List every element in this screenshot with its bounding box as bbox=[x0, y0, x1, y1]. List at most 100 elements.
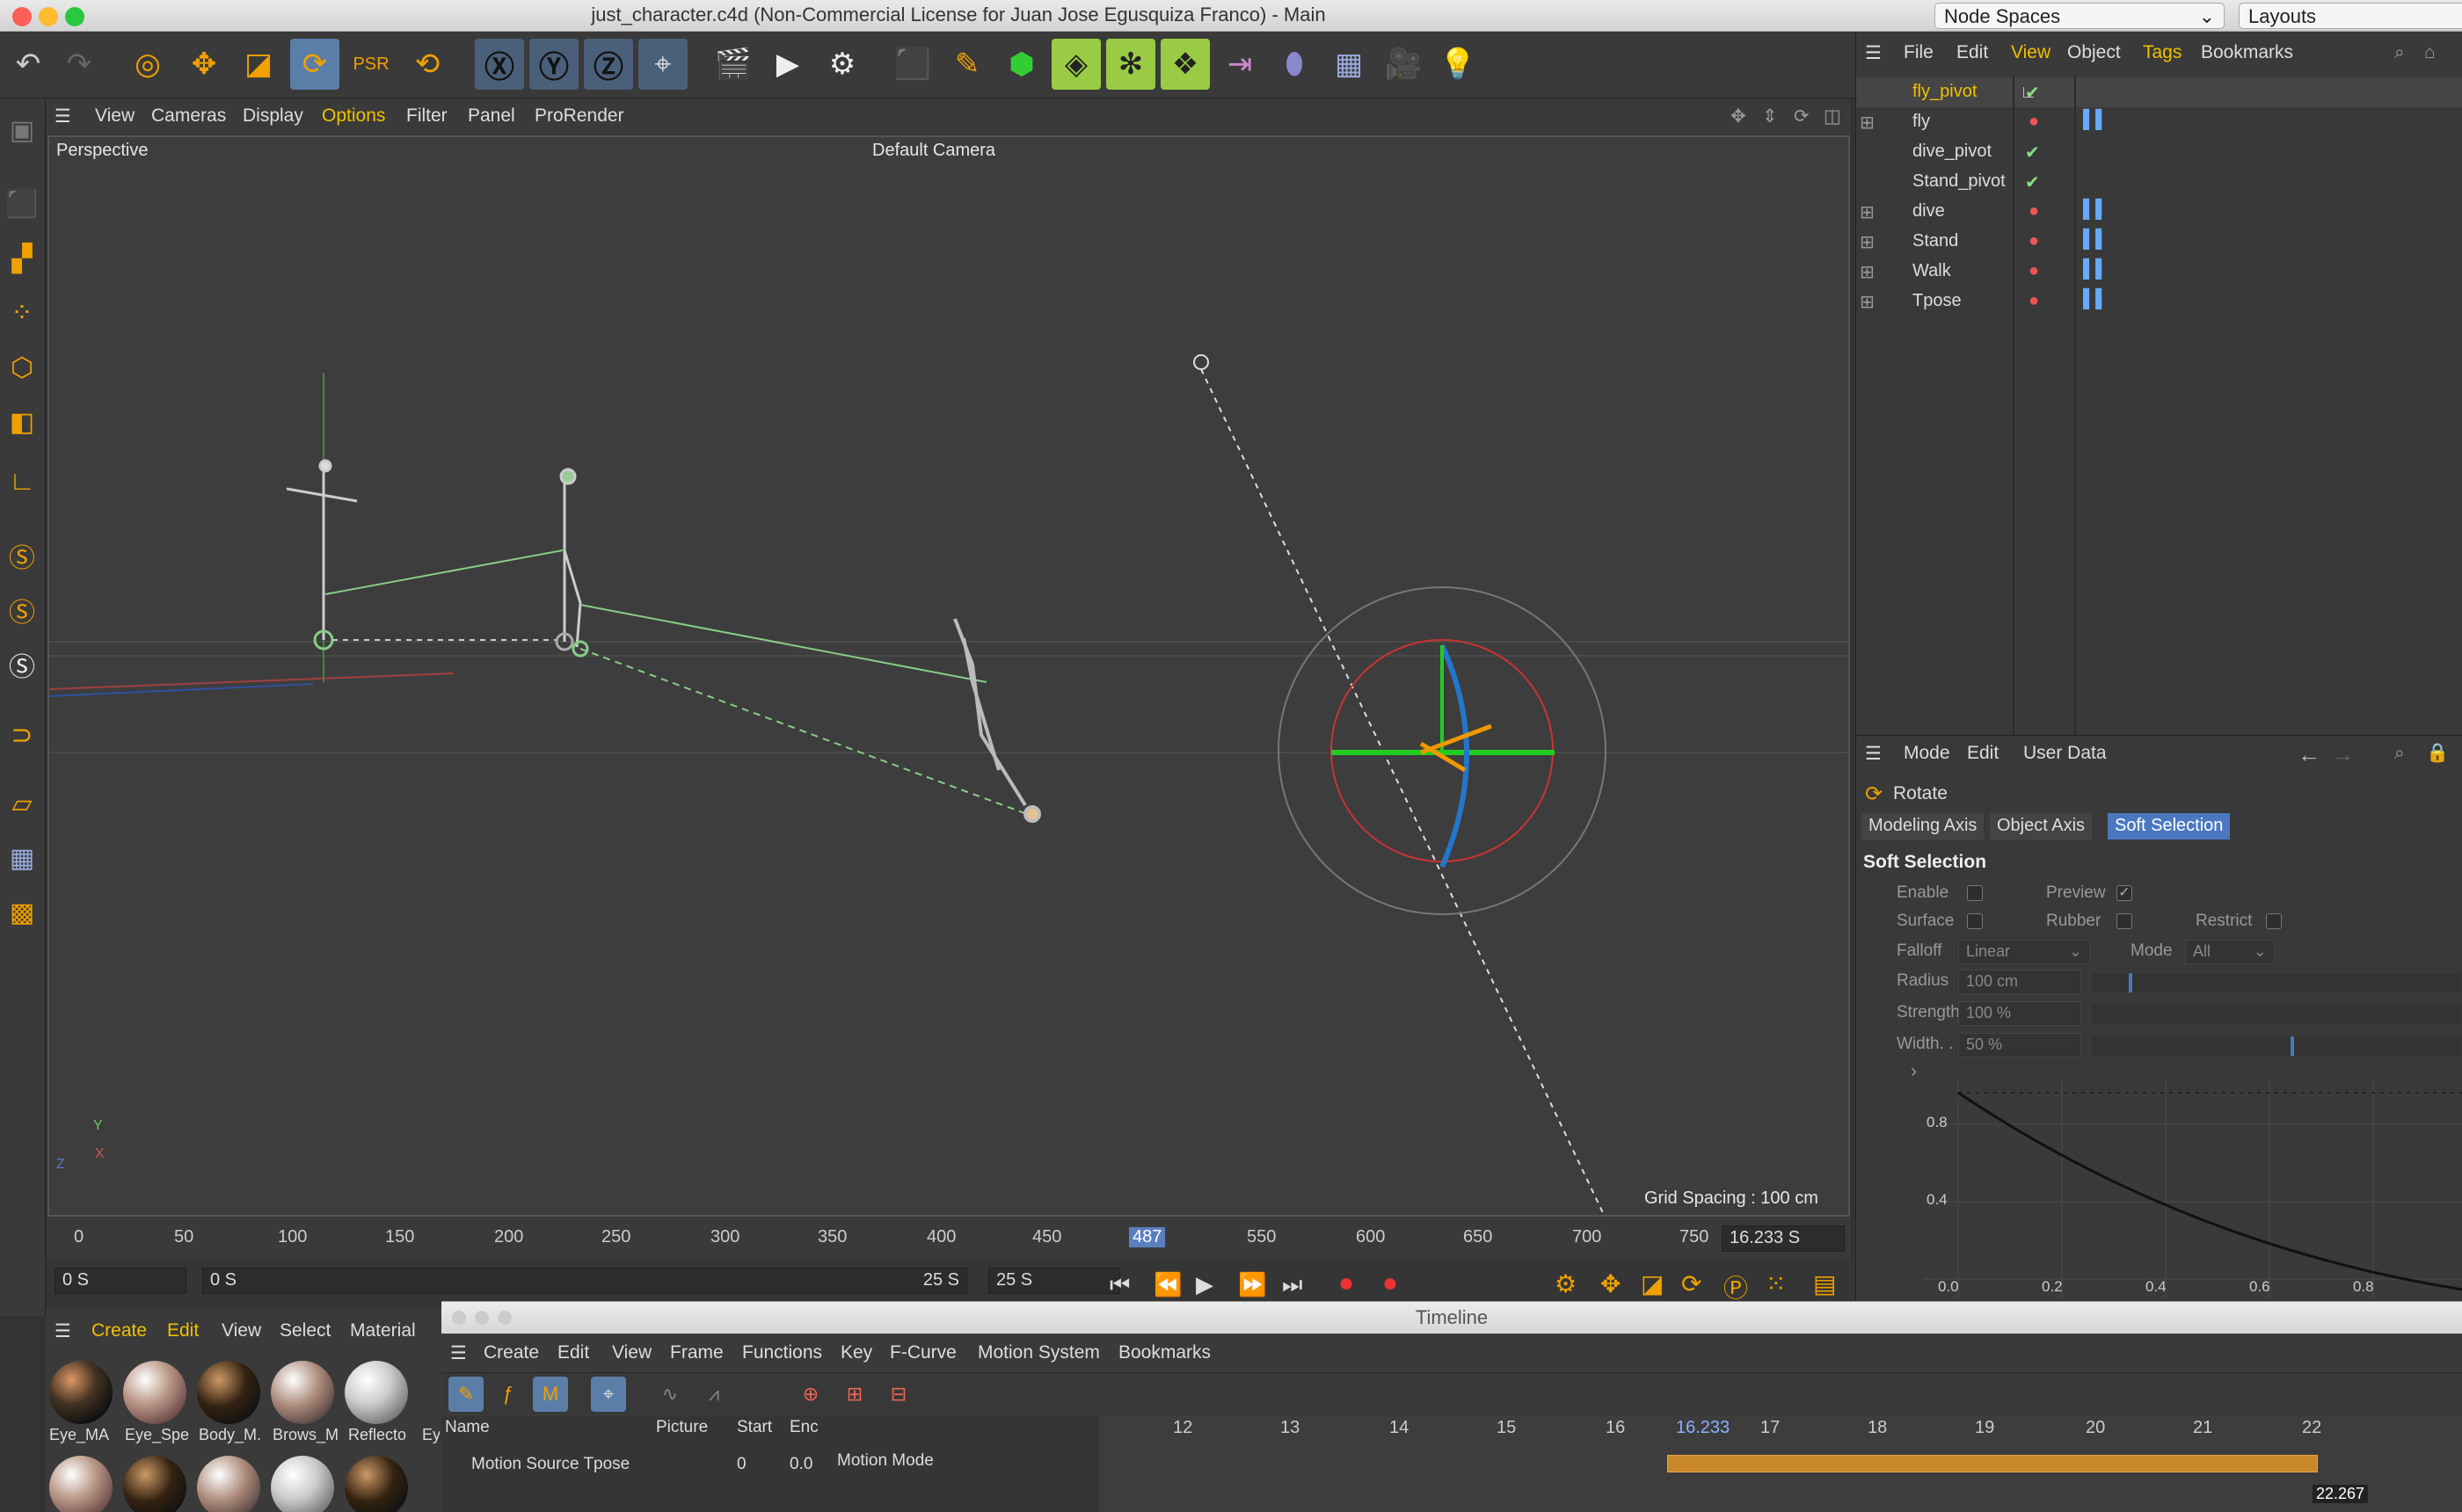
next-key-icon[interactable]: ⏩ bbox=[1238, 1271, 1266, 1298]
preview-range-slider[interactable]: 0 S 25 S bbox=[202, 1268, 967, 1294]
psr-tool-icon[interactable]: PSR bbox=[346, 39, 396, 90]
chevron-right-icon[interactable]: › bbox=[1911, 1061, 1917, 1082]
start-time-field[interactable]: 0 S bbox=[55, 1268, 186, 1294]
render-settings-icon[interactable]: ⚙ bbox=[818, 39, 867, 90]
motion-source-row[interactable]: Motion Source Tpose bbox=[471, 1455, 630, 1474]
move-tool-icon[interactable]: ✥ bbox=[179, 39, 229, 90]
visibility-dot-icon[interactable]: ● bbox=[2029, 231, 2039, 251]
snap-magnet-icon[interactable]: ⊃ bbox=[2, 712, 42, 758]
lock-icon[interactable]: 🔒 bbox=[2426, 743, 2449, 764]
visible-check-icon[interactable]: ✔ bbox=[2025, 171, 2040, 193]
timeline-menu-bookmarks[interactable]: Bookmarks bbox=[1118, 1342, 1211, 1363]
array-icon[interactable]: ✻ bbox=[1106, 39, 1155, 90]
object-row[interactable]: fly_pivot ∟ ✔ bbox=[1856, 77, 2462, 107]
light-icon[interactable]: 💡 bbox=[1433, 39, 1482, 90]
object-menu-view[interactable]: View bbox=[2011, 42, 2050, 63]
timeline-menu-edit[interactable]: Edit bbox=[557, 1342, 589, 1363]
subdivision-icon[interactable]: ⬢ bbox=[997, 39, 1046, 90]
viewport-menu-prorender[interactable]: ProRender bbox=[535, 105, 624, 127]
pen-icon[interactable]: ✎ bbox=[943, 39, 992, 90]
visibility-dot-icon[interactable]: ● bbox=[2029, 112, 2039, 132]
expand-icon[interactable]: ⊞ bbox=[1860, 291, 1875, 313]
material-thumbnail[interactable] bbox=[345, 1456, 408, 1512]
radius-slider[interactable] bbox=[2092, 973, 2461, 992]
hamburger-icon[interactable]: ☰ bbox=[55, 1320, 71, 1342]
material-thumbnail[interactable] bbox=[123, 1361, 186, 1424]
object-menu-tags[interactable]: Tags bbox=[2143, 42, 2182, 63]
rotate-tool-icon[interactable]: ⟳ bbox=[290, 39, 339, 90]
render-view-icon[interactable]: 🎬 bbox=[709, 39, 758, 90]
workplane-icon[interactable]: ▱ bbox=[2, 781, 42, 826]
forward-arrow-icon[interactable]: → bbox=[2331, 741, 2354, 768]
material-thumbnail[interactable] bbox=[197, 1456, 260, 1512]
y-axis-lock-icon[interactable]: Ⓨ bbox=[529, 39, 579, 90]
locked-workplane-icon[interactable]: ▩ bbox=[2, 890, 42, 935]
material-menu-view[interactable]: View bbox=[222, 1320, 261, 1341]
back-arrow-icon[interactable]: ← bbox=[2298, 741, 2320, 768]
edges-mode-icon[interactable]: ⬡ bbox=[2, 345, 42, 390]
timeline-menu-frame[interactable]: Frame bbox=[670, 1342, 724, 1363]
snap-s3-icon[interactable]: Ⓢ bbox=[2, 642, 42, 687]
viewport-toggle-icon[interactable]: ◫ bbox=[1824, 105, 1841, 127]
tab-soft-selection[interactable]: Soft Selection bbox=[2108, 813, 2231, 840]
attr-menu-user-data[interactable]: User Data bbox=[2023, 743, 2107, 764]
restrict-checkbox[interactable] bbox=[2266, 913, 2282, 929]
key-scale-icon[interactable]: ◪ bbox=[1641, 1269, 1664, 1298]
motion-tag-icon[interactable]: ▌▌ bbox=[2083, 200, 2108, 220]
polygons-mode-icon[interactable]: ◧ bbox=[2, 399, 42, 445]
object-row[interactable]: dive_pivot ✔ bbox=[1856, 137, 2462, 167]
material-menu-create[interactable]: Create bbox=[91, 1320, 147, 1341]
falloff-graph[interactable]: 0.8 0.4 bbox=[1923, 1079, 2462, 1298]
add-transition-icon[interactable]: ⊞ bbox=[837, 1377, 872, 1412]
falloff-select[interactable]: Linear ⌄ bbox=[1958, 940, 2090, 964]
object-row[interactable]: ⊞ fly ● ▌▌ bbox=[1856, 107, 2462, 137]
viewport-menu-view[interactable]: View bbox=[95, 105, 135, 127]
material-menu-material[interactable]: Material bbox=[350, 1320, 416, 1341]
search-icon[interactable]: ⌕ bbox=[2394, 743, 2405, 764]
viewport-menu-options[interactable]: Options bbox=[322, 105, 385, 127]
minimize-window-button[interactable] bbox=[475, 1311, 489, 1325]
motion-tag-icon[interactable]: ▌▌ bbox=[2083, 289, 2108, 309]
autokey-icon[interactable]: ⏺ bbox=[1384, 1269, 1396, 1298]
object-menu-edit[interactable]: Edit bbox=[1956, 42, 1988, 63]
go-to-start-icon[interactable]: ⏮ bbox=[1110, 1271, 1130, 1299]
object-row[interactable]: Stand_pivot ✔ bbox=[1856, 167, 2462, 197]
search-icon[interactable]: ⌕ bbox=[2394, 42, 2405, 63]
material-thumbnail[interactable] bbox=[271, 1456, 334, 1512]
material-thumbnail[interactable] bbox=[197, 1361, 260, 1424]
key-parameter-icon[interactable]: Ⓟ bbox=[1723, 1269, 1748, 1305]
material-thumbnail[interactable] bbox=[345, 1361, 408, 1424]
add-clip-icon[interactable]: ⊕ bbox=[793, 1377, 828, 1412]
viewport-menu-panel[interactable]: Panel bbox=[468, 105, 515, 127]
material-thumbnail[interactable] bbox=[49, 1361, 113, 1424]
cube-icon[interactable]: ⬛ bbox=[888, 39, 937, 90]
axis-mode-icon[interactable]: ∟ bbox=[2, 459, 42, 505]
link-view-icon[interactable]: ⌖ bbox=[591, 1377, 626, 1412]
scale-tool-icon[interactable]: ◪ bbox=[234, 39, 283, 90]
expand-icon[interactable]: ⊞ bbox=[1860, 201, 1875, 223]
previous-key-icon[interactable]: ⏪ bbox=[1154, 1271, 1182, 1298]
key-mode-icon[interactable]: ✎ bbox=[448, 1377, 484, 1412]
enable-checkbox[interactable] bbox=[1967, 885, 1983, 901]
object-row[interactable]: ⊞ Tpose ● ▌▌ bbox=[1856, 287, 2462, 316]
points-mode-icon[interactable]: ⁘ bbox=[2, 290, 42, 336]
viewport[interactable]: Perspective Default Camera Grid Spacing … bbox=[47, 135, 1850, 1217]
timeline-menu-fcurve[interactable]: F-Curve bbox=[890, 1342, 957, 1363]
viewport-menu-filter[interactable]: Filter bbox=[406, 105, 448, 127]
add-layer-icon[interactable]: ⊟ bbox=[881, 1377, 916, 1412]
zoom-window-button[interactable] bbox=[498, 1311, 512, 1325]
snap-s2-icon[interactable]: Ⓢ bbox=[2, 587, 42, 633]
select-tool-icon[interactable]: ◎ bbox=[123, 39, 172, 90]
snap-s-icon[interactable]: Ⓢ bbox=[2, 533, 42, 578]
object-row[interactable]: ⊞ Stand ● ▌▌ bbox=[1856, 227, 2462, 257]
key-pla-icon[interactable]: ⁙ bbox=[1766, 1269, 1786, 1298]
generator-icon[interactable]: ◈ bbox=[1052, 39, 1101, 90]
curve-view-icon[interactable]: ∿ bbox=[652, 1377, 688, 1412]
visibility-dot-icon[interactable]: ● bbox=[2029, 291, 2039, 311]
camera-icon[interactable]: 🎥 bbox=[1379, 39, 1428, 90]
current-time-field[interactable]: 16.233 S bbox=[1722, 1225, 1845, 1252]
timeline-menu-key[interactable]: Key bbox=[841, 1342, 872, 1363]
object-menu-object[interactable]: Object bbox=[2067, 42, 2121, 63]
motion-mode-icon[interactable]: M bbox=[533, 1377, 568, 1412]
viewport-menu-cameras[interactable]: Cameras bbox=[151, 105, 226, 127]
